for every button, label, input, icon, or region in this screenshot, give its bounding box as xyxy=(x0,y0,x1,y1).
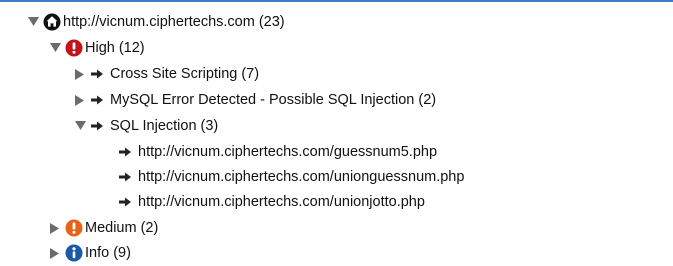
chevron-down-icon[interactable] xyxy=(49,42,61,54)
tree-node-url[interactable]: http://vicnum.ciphertechs.com/guessnum5.… xyxy=(118,141,437,163)
alert-medium-icon xyxy=(65,219,83,237)
tree-node-sqli-label: SQL Injection (3) xyxy=(110,118,219,134)
arrow-right-icon xyxy=(118,171,132,183)
tree-node-info[interactable]: Info (9) xyxy=(49,242,131,264)
chevron-down-icon[interactable] xyxy=(27,16,39,28)
tree-node-root-label: http://vicnum.ciphertechs.com (23) xyxy=(63,14,285,30)
arrow-right-icon xyxy=(118,196,132,208)
chevron-down-icon[interactable] xyxy=(74,120,86,132)
chevron-right-icon[interactable] xyxy=(49,247,61,259)
tree-node-medium[interactable]: Medium (2) xyxy=(49,217,158,239)
top-border-line xyxy=(0,0,673,2)
tree-node-url[interactable]: http://vicnum.ciphertechs.com/unionguess… xyxy=(118,166,464,188)
chevron-right-icon[interactable] xyxy=(74,94,86,106)
arrow-right-icon xyxy=(90,68,104,80)
tree-node-medium-label: Medium (2) xyxy=(85,220,159,236)
tree-node-xss[interactable]: Cross Site Scripting (7) xyxy=(74,63,259,85)
tree-node-high[interactable]: High (12) xyxy=(49,37,145,59)
tree-node-url-label: http://vicnum.ciphertechs.com/unionguess… xyxy=(138,169,465,185)
chevron-right-icon[interactable] xyxy=(74,68,86,80)
tree-node-sqli[interactable]: SQL Injection (3) xyxy=(74,115,218,137)
arrow-right-icon xyxy=(118,146,132,158)
tree-node-url-label: http://vicnum.ciphertechs.com/unionjotto… xyxy=(138,194,425,210)
arrow-right-icon xyxy=(90,94,104,106)
tree-node-mysql-label: MySQL Error Detected - Possible SQL Inje… xyxy=(110,92,437,108)
tree-node-mysql[interactable]: MySQL Error Detected - Possible SQL Inje… xyxy=(74,89,436,111)
chevron-right-icon[interactable] xyxy=(49,222,61,234)
tree-node-high-label: High (12) xyxy=(85,40,145,56)
info-icon xyxy=(65,244,83,262)
arrow-right-icon xyxy=(90,120,104,132)
tree-node-url-label: http://vicnum.ciphertechs.com/guessnum5.… xyxy=(138,144,438,160)
alert-high-icon xyxy=(65,39,83,57)
tree-node-root[interactable]: http://vicnum.ciphertechs.com (23) xyxy=(27,11,285,33)
home-icon xyxy=(43,13,61,31)
tree-node-xss-label: Cross Site Scripting (7) xyxy=(110,66,260,82)
tree-node-url[interactable]: http://vicnum.ciphertechs.com/unionjotto… xyxy=(118,191,425,213)
tree-node-info-label: Info (9) xyxy=(85,245,131,261)
